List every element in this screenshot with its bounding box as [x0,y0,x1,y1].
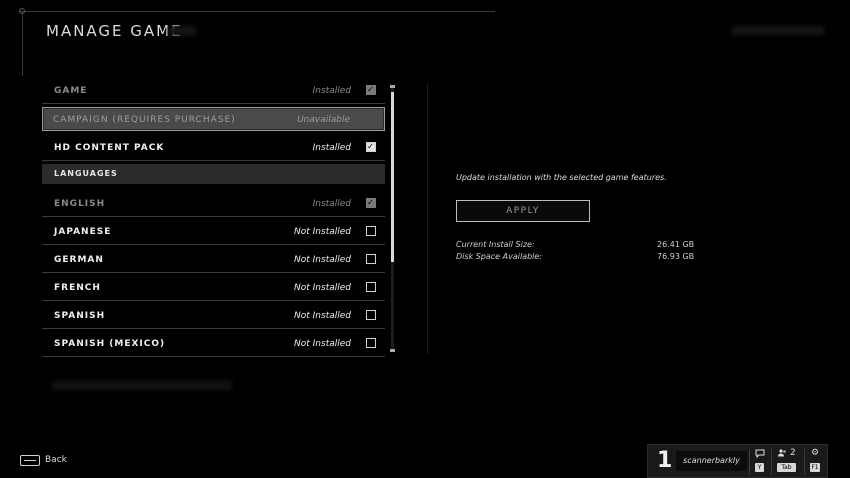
checkbox-german[interactable] [366,254,376,264]
install-size-value: 26.41 GB [657,240,695,249]
chat-icon[interactable] [755,449,765,461]
top-right-ghost-text [732,26,824,35]
friends-count: 2 [790,448,796,458]
list-row-campaign[interactable]: CAMPAIGN (REQUIRES PURCHASE) Unavailable [42,107,385,131]
checkbox-spanish[interactable] [366,310,376,320]
chat-key: Y [755,463,764,472]
row-status: Not Installed [294,339,351,349]
checkbox-spanish-mexico[interactable] [366,338,376,348]
back-key-icon [20,455,40,466]
row-status: Installed [312,143,351,153]
title-ghost-text [168,26,196,36]
row-label: SPANISH [54,311,106,321]
row-status: Unavailable [297,115,350,125]
user-status-bar: 1 scannerbarkly Y 2 Tab ⚙ F1 [647,444,828,478]
row-label: GAME [54,86,88,96]
row-label: HD CONTENT PACK [54,143,165,153]
list-row-game[interactable]: GAME Installed ✓ [42,78,385,104]
checkbox-japanese[interactable] [366,226,376,236]
disk-space-label: Disk Space Available: [456,252,543,261]
update-description: Update installation with the selected ga… [456,173,667,182]
install-size-label: Current Install Size: [456,240,535,249]
section-label: LANGUAGES [54,169,118,178]
back-label: Back [45,455,67,465]
friends-icon[interactable] [778,449,787,460]
username[interactable]: scannerbarkly [676,451,747,471]
apply-button[interactable]: APPLY [456,200,590,222]
checkbox-game[interactable]: ✓ [366,85,376,95]
list-row-spanish[interactable]: SPANISH Not Installed [42,303,385,329]
page-title: MANAGE GAME [46,22,183,40]
friends-key: Tab [777,463,796,472]
scroll-down-cap [390,349,395,352]
row-label: FRENCH [54,283,101,293]
row-label: CAMPAIGN (REQUIRES PURCHASE) [53,115,236,125]
scroll-up-cap [390,85,395,88]
frame-left-line [22,11,23,76]
row-label: JAPANESE [54,227,112,237]
checkbox-english[interactable]: ✓ [366,198,376,208]
gear-icon[interactable]: ⚙ [811,448,819,458]
checkbox-hd-content-pack[interactable]: ✓ [366,142,376,152]
row-label: ENGLISH [54,199,106,209]
settings-key: F1 [810,463,820,472]
scrollbar-thumb[interactable] [391,92,394,262]
list-row-english[interactable]: ENGLISH Installed ✓ [42,191,385,217]
separator [771,449,772,475]
row-status: Not Installed [294,311,351,321]
row-status: Not Installed [294,255,351,265]
row-status: Installed [312,199,351,209]
list-row-japanese[interactable]: JAPANESE Not Installed [42,219,385,245]
languages-header: LANGUAGES [42,164,385,184]
panel-divider [427,84,428,354]
checkbox-french[interactable] [366,282,376,292]
row-label: GERMAN [54,255,104,265]
list-row-french[interactable]: FRENCH Not Installed [42,275,385,301]
row-status: Not Installed [294,227,351,237]
separator [804,449,805,475]
frame-corner-dot [19,8,25,14]
footnote-ghost-text [52,381,232,390]
disk-space-value: 76.93 GB [657,252,695,261]
frame-top-line [20,11,495,12]
list-row-hd-content-pack[interactable]: HD CONTENT PACK Installed ✓ [42,135,385,161]
separator [749,449,750,475]
row-label: SPANISH (MEXICO) [54,339,166,349]
row-status: Installed [312,86,351,96]
player-number: 1 [657,448,673,473]
list-row-spanish-mexico[interactable]: SPANISH (MEXICO) Not Installed [42,331,385,357]
row-status: Not Installed [294,283,351,293]
list-row-german[interactable]: GERMAN Not Installed [42,247,385,273]
